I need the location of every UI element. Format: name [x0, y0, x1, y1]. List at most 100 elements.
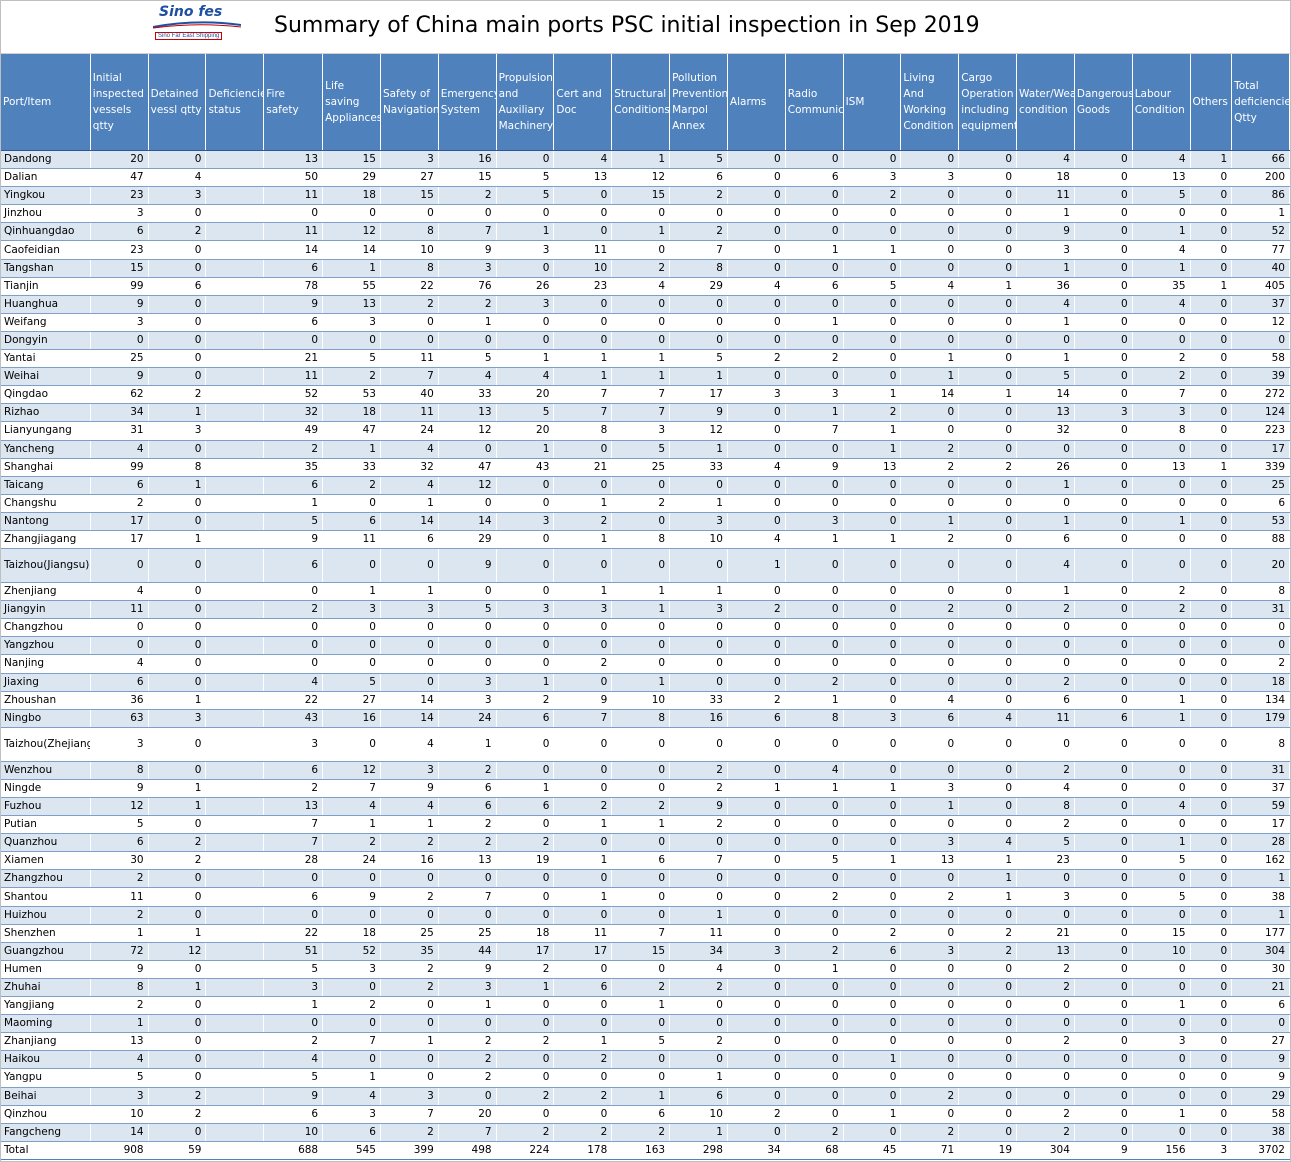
value-cell: 0 — [785, 331, 844, 351]
value-cell: 2 — [958, 924, 1018, 943]
port-name-cell: Rizhao — [1, 403, 91, 423]
logo-tagline: Sino Far East Shipping — [155, 32, 223, 40]
value-cell: 2 — [1016, 600, 1075, 620]
value-cell: 0 — [611, 618, 671, 638]
value-cell: 40 — [1231, 259, 1290, 278]
value-cell: 0 — [843, 331, 902, 351]
value-cell: 1 — [1231, 906, 1290, 925]
value-cell: 0 — [322, 548, 381, 584]
value-cell: 2 — [1016, 960, 1075, 979]
value-cell: 0 — [1190, 1105, 1233, 1124]
value-cell: 0 — [1190, 259, 1233, 278]
value-cell: 39 — [1231, 367, 1290, 387]
value-cell: 0 — [1190, 385, 1233, 405]
value-cell: 0 — [900, 869, 960, 889]
value-cell — [205, 654, 265, 674]
value-cell: 2 — [900, 458, 960, 477]
value-cell: 0 — [380, 673, 439, 692]
value-cell: 0 — [1190, 942, 1233, 961]
value-cell: 4 — [1132, 240, 1191, 260]
value-cell: 47 — [322, 421, 381, 441]
value-cell — [205, 1123, 265, 1142]
value-cell: 0 — [1074, 869, 1133, 889]
table-row: Zhuhai 8 1 3 0 2 3 1 6 2 2 0 0 0 0 0 2 0 0 0 21 — [1, 978, 1290, 998]
value-cell: 4 — [900, 277, 960, 296]
value-cell: 3 — [322, 313, 381, 332]
value-cell: 2 — [380, 833, 439, 853]
value-cell: 1 — [148, 691, 207, 710]
value-cell: 1 — [669, 582, 728, 602]
value-cell: 0 — [438, 440, 497, 459]
value-cell: 1 — [553, 582, 613, 602]
value-cell: 13 — [843, 458, 902, 477]
value-cell: 7 — [611, 385, 671, 405]
value-cell: 0 — [148, 494, 207, 513]
value-cell: 0 — [900, 313, 960, 332]
value-cell: 3 — [900, 942, 960, 961]
value-cell — [205, 673, 265, 692]
value-cell: 0 — [1074, 1087, 1133, 1106]
value-cell: 1 — [553, 349, 613, 369]
value-cell: 2 — [900, 887, 960, 907]
value-cell: 0 — [263, 331, 324, 351]
value-cell: 0 — [669, 295, 728, 314]
value-cell: 0 — [1074, 906, 1133, 925]
value-cell: 6 — [669, 1087, 728, 1106]
value-cell — [205, 797, 265, 817]
table-row: Yangjiang 2 0 1 2 0 1 0 0 1 0 0 0 0 0 0 0 0 1 0 6 — [1, 996, 1290, 1016]
value-cell: 0 — [1190, 349, 1233, 369]
value-cell: 58 — [1231, 349, 1290, 369]
value-cell: 3 — [785, 512, 844, 531]
port-name-cell: Jiangyin — [1, 600, 91, 620]
value-cell: 3 — [727, 942, 786, 961]
value-cell: 3 — [322, 960, 381, 979]
value-cell: 6 — [263, 1105, 324, 1124]
value-cell: 43 — [263, 709, 324, 728]
value-cell: 0 — [1074, 277, 1133, 296]
value-cell: 0 — [785, 222, 844, 242]
value-cell: 0 — [785, 204, 844, 224]
value-cell: 0 — [148, 727, 207, 762]
value-cell: 0 — [669, 996, 728, 1016]
value-cell: 0 — [669, 1050, 728, 1070]
value-cell: 2 — [785, 887, 844, 907]
value-cell: 0 — [438, 869, 497, 889]
value-cell: 0 — [785, 600, 844, 620]
value-cell: 0 — [785, 1050, 844, 1070]
value-cell: 5 — [669, 349, 728, 369]
value-cell: 1 — [669, 906, 728, 925]
value-cell: 44 — [438, 942, 497, 961]
value-cell: 2 — [1016, 673, 1075, 692]
value-cell: 0 — [900, 1032, 960, 1052]
value-cell: 0 — [1074, 530, 1133, 550]
table-row: Jiaxing 6 0 4 5 0 3 1 0 1 0 0 2 0 0 0 2 0 0 0 18 — [1, 673, 1290, 692]
value-cell: 0 — [1074, 385, 1133, 405]
value-cell: 0 — [958, 150, 1018, 170]
value-cell: 0 — [263, 618, 324, 638]
value-cell: 0 — [148, 313, 207, 332]
value-cell: 0 — [958, 618, 1018, 638]
table-row: Haikou 4 0 4 0 0 2 0 2 0 0 0 0 1 0 0 0 0 0 0 9 — [1, 1050, 1290, 1070]
value-cell — [205, 458, 265, 477]
value-cell: 18 — [496, 924, 555, 943]
value-cell: 0 — [1074, 887, 1133, 907]
value-cell: 0 — [380, 313, 439, 332]
value-cell: 0 — [1074, 548, 1133, 584]
table-row: Beihai 3 2 9 4 3 0 2 2 1 6 0 0 0 2 0 0 0 0 0 29 — [1, 1087, 1290, 1106]
value-cell: 0 — [1190, 582, 1233, 602]
value-cell: 0 — [958, 960, 1018, 979]
column-header: Propulsion and Auxiliary Machinery — [496, 54, 555, 151]
value-cell: 45 — [843, 1141, 902, 1160]
value-cell: 99 — [90, 277, 149, 296]
value-cell: 0 — [727, 222, 786, 242]
value-cell: 0 — [1074, 168, 1133, 188]
value-cell: 0 — [1074, 727, 1133, 762]
value-cell: 5 — [438, 600, 497, 620]
value-cell: 35 — [1132, 277, 1191, 296]
value-cell: 0 — [843, 1068, 902, 1088]
value-cell: 0 — [438, 204, 497, 224]
value-cell: 0 — [380, 618, 439, 638]
value-cell: 1 — [727, 548, 786, 584]
value-cell: 13 — [1016, 942, 1075, 961]
value-cell — [205, 168, 265, 188]
